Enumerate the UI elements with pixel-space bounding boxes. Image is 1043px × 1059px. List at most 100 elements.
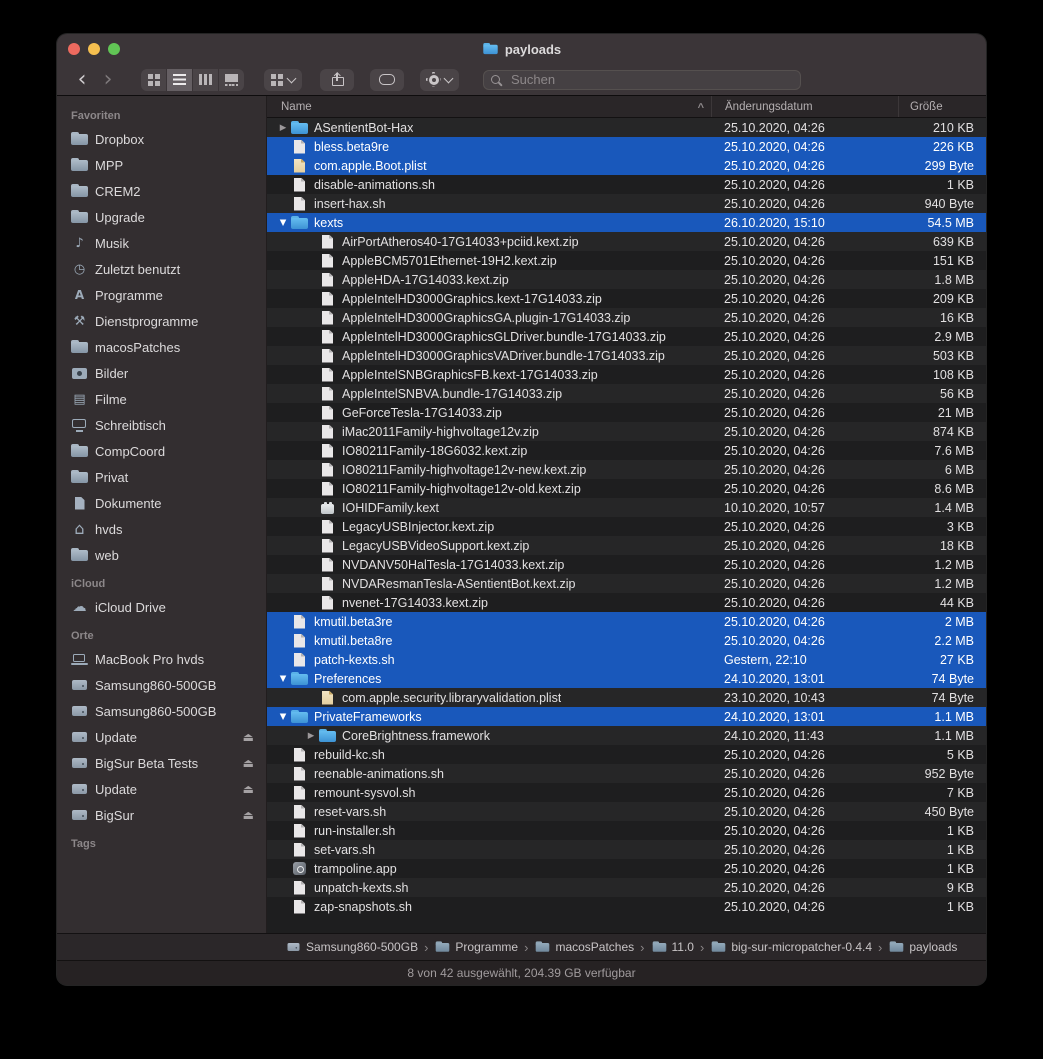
table-row[interactable]: run-installer.sh 25.10.2020, 04:26 1 KB — [267, 821, 986, 840]
column-header-name[interactable]: Name ^ — [267, 101, 711, 114]
forward-button[interactable]: › — [95, 68, 121, 92]
table-row[interactable]: ▼ PrivateFrameworks 24.10.2020, 13:01 1.… — [267, 707, 986, 726]
column-header-date[interactable]: Änderungsdatum — [711, 96, 898, 117]
table-row[interactable]: IOHIDFamily.kext 10.10.2020, 10:57 1.4 M… — [267, 498, 986, 517]
table-row[interactable]: set-vars.sh 25.10.2020, 04:26 1 KB — [267, 840, 986, 859]
disclosure-triangle[interactable]: ▼ — [275, 712, 291, 722]
table-row[interactable]: GeForceTesla-17G14033.zip 25.10.2020, 04… — [267, 403, 986, 422]
breadcrumb-item[interactable]: payloads — [888, 940, 957, 954]
table-row[interactable]: trampoline.app 25.10.2020, 04:26 1 KB — [267, 859, 986, 878]
close-button[interactable] — [68, 43, 80, 55]
table-row[interactable]: AirPortAtheros40-17G14033+pciid.kext.zip… — [267, 232, 986, 251]
sidebar-item[interactable]: ⌂ hvds — [57, 516, 266, 542]
disclosure-triangle[interactable]: ▼ — [275, 218, 291, 228]
sidebar-item[interactable]: ♪ Musik — [57, 230, 266, 256]
tags-button[interactable] — [370, 68, 404, 91]
sidebar-item[interactable]: Schreibtisch — [57, 412, 266, 438]
sidebar-item[interactable]: Upgrade — [57, 204, 266, 230]
search-input[interactable] — [509, 71, 793, 88]
table-row[interactable]: kmutil.beta8re 25.10.2020, 04:26 2.2 MB — [267, 631, 986, 650]
icon-view-button[interactable] — [141, 68, 167, 91]
share-button[interactable] — [320, 68, 354, 91]
breadcrumb-item[interactable]: 11.0 — [651, 940, 694, 954]
table-row[interactable]: com.apple.Boot.plist 25.10.2020, 04:26 2… — [267, 156, 986, 175]
sidebar-item[interactable]: ⚒ Dienstprogramme — [57, 308, 266, 334]
table-row[interactable]: AppleIntelHD3000GraphicsGA.plugin-17G140… — [267, 308, 986, 327]
eject-icon[interactable]: ⏏ — [243, 782, 254, 796]
sidebar-item[interactable]: Update ⏏ — [57, 776, 266, 802]
table-row[interactable]: AppleIntelHD3000GraphicsVADriver.bundle-… — [267, 346, 986, 365]
column-header-size[interactable]: Größe — [898, 96, 986, 117]
breadcrumb-item[interactable]: big-sur-micropatcher-0.4.4 — [710, 940, 872, 954]
table-row[interactable]: AppleHDA-17G14033.kext.zip 25.10.2020, 0… — [267, 270, 986, 289]
zoom-button[interactable] — [108, 43, 120, 55]
sidebar-item[interactable]: BigSur Beta Tests ⏏ — [57, 750, 266, 776]
sidebar-item[interactable]: BigSur ⏏ — [57, 802, 266, 828]
table-row[interactable]: remount-sysvol.sh 25.10.2020, 04:26 7 KB — [267, 783, 986, 802]
sidebar-item[interactable]: Dokumente — [57, 490, 266, 516]
eject-icon[interactable]: ⏏ — [243, 730, 254, 744]
sidebar-item[interactable]: CompCoord — [57, 438, 266, 464]
sidebar-item[interactable]: MacBook Pro hvds — [57, 646, 266, 672]
sidebar-item[interactable]: ◷ Zuletzt benutzt — [57, 256, 266, 282]
action-button[interactable] — [420, 68, 459, 91]
table-row[interactable]: disable-animations.sh 25.10.2020, 04:26 … — [267, 175, 986, 194]
table-row[interactable]: NVDAResmanTesla-ASentientBot.kext.zip 25… — [267, 574, 986, 593]
table-row[interactable]: reset-vars.sh 25.10.2020, 04:26 450 Byte — [267, 802, 986, 821]
sidebar-item[interactable]: Bilder — [57, 360, 266, 386]
list-view-button[interactable] — [167, 68, 193, 91]
gallery-view-button[interactable] — [219, 69, 244, 91]
table-row[interactable]: unpatch-kexts.sh 25.10.2020, 04:26 9 KB — [267, 878, 986, 897]
table-row[interactable]: com.apple.security.libraryvalidation.pli… — [267, 688, 986, 707]
table-row[interactable]: zap-snapshots.sh 25.10.2020, 04:26 1 KB — [267, 897, 986, 916]
table-row[interactable]: kmutil.beta3re 25.10.2020, 04:26 2 MB — [267, 612, 986, 631]
sidebar-item[interactable]: web — [57, 542, 266, 568]
table-row[interactable]: AppleIntelHD3000GraphicsGLDriver.bundle-… — [267, 327, 986, 346]
table-row[interactable]: IO80211Family-highvoltage12v-new.kext.zi… — [267, 460, 986, 479]
table-row[interactable]: AppleIntelHD3000Graphics.kext-17G14033.z… — [267, 289, 986, 308]
table-row[interactable]: ▶ CoreBrightness.framework 24.10.2020, 1… — [267, 726, 986, 745]
table-row[interactable]: reenable-animations.sh 25.10.2020, 04:26… — [267, 764, 986, 783]
sidebar-item[interactable]: MPP — [57, 152, 266, 178]
breadcrumb-item[interactable]: macosPatches — [534, 940, 634, 954]
table-row[interactable]: AppleIntelSNBGraphicsFB.kext-17G14033.zi… — [267, 365, 986, 384]
table-row[interactable]: insert-hax.sh 25.10.2020, 04:26 940 Byte — [267, 194, 986, 213]
table-row[interactable]: ▼ Preferences 24.10.2020, 13:01 74 Byte — [267, 669, 986, 688]
sidebar-item[interactable]: Privat — [57, 464, 266, 490]
sidebar-item[interactable]: ☁ iCloud Drive — [57, 594, 266, 620]
back-button[interactable]: ‹ — [69, 68, 95, 92]
column-view-button[interactable] — [193, 68, 219, 91]
sidebar-item[interactable]: Samsung860-500GB — [57, 698, 266, 724]
sidebar-item[interactable]: ▤ Filme — [57, 386, 266, 412]
sidebar-item[interactable]: Samsung860-500GB — [57, 672, 266, 698]
sidebar-item[interactable]: A Programme — [57, 282, 266, 308]
table-row[interactable]: patch-kexts.sh Gestern, 22:10 27 KB — [267, 650, 986, 669]
table-row[interactable]: ▶ ASentientBot-Hax 25.10.2020, 04:26 210… — [267, 118, 986, 137]
table-row[interactable]: IO80211Family-highvoltage12v-old.kext.zi… — [267, 479, 986, 498]
sidebar-item[interactable]: Update ⏏ — [57, 724, 266, 750]
table-row[interactable]: LegacyUSBInjector.kext.zip 25.10.2020, 0… — [267, 517, 986, 536]
eject-icon[interactable]: ⏏ — [243, 756, 254, 770]
table-row[interactable]: NVDANV50HalTesla-17G14033.kext.zip 25.10… — [267, 555, 986, 574]
table-row[interactable]: iMac2011Family-highvoltage12v.zip 25.10.… — [267, 422, 986, 441]
disclosure-triangle[interactable]: ▶ — [303, 731, 319, 741]
table-row[interactable]: AppleBCM5701Ethernet-19H2.kext.zip 25.10… — [267, 251, 986, 270]
sidebar-item[interactable]: Dropbox — [57, 126, 266, 152]
table-row[interactable]: AppleIntelSNBVA.bundle-17G14033.zip 25.1… — [267, 384, 986, 403]
table-row[interactable]: rebuild-kc.sh 25.10.2020, 04:26 5 KB — [267, 745, 986, 764]
group-button[interactable] — [264, 68, 302, 91]
table-row[interactable]: bless.beta9re 25.10.2020, 04:26 226 KB — [267, 137, 986, 156]
table-row[interactable]: ▼ kexts 26.10.2020, 15:10 54.5 MB — [267, 213, 986, 232]
table-row[interactable]: IO80211Family-18G6032.kext.zip 25.10.202… — [267, 441, 986, 460]
minimize-button[interactable] — [88, 43, 100, 55]
eject-icon[interactable]: ⏏ — [243, 808, 254, 822]
titlebar[interactable]: payloads — [57, 34, 986, 64]
disclosure-triangle[interactable]: ▼ — [275, 674, 291, 684]
sidebar-item[interactable]: macosPatches — [57, 334, 266, 360]
disclosure-triangle[interactable]: ▶ — [275, 123, 291, 133]
breadcrumb-item[interactable]: Samsung860-500GB — [285, 940, 418, 954]
breadcrumb-item[interactable]: Programme — [434, 940, 518, 954]
table-row[interactable]: nvenet-17G14033.kext.zip 25.10.2020, 04:… — [267, 593, 986, 612]
table-row[interactable]: LegacyUSBVideoSupport.kext.zip 25.10.202… — [267, 536, 986, 555]
sidebar-item[interactable]: CREM2 — [57, 178, 266, 204]
